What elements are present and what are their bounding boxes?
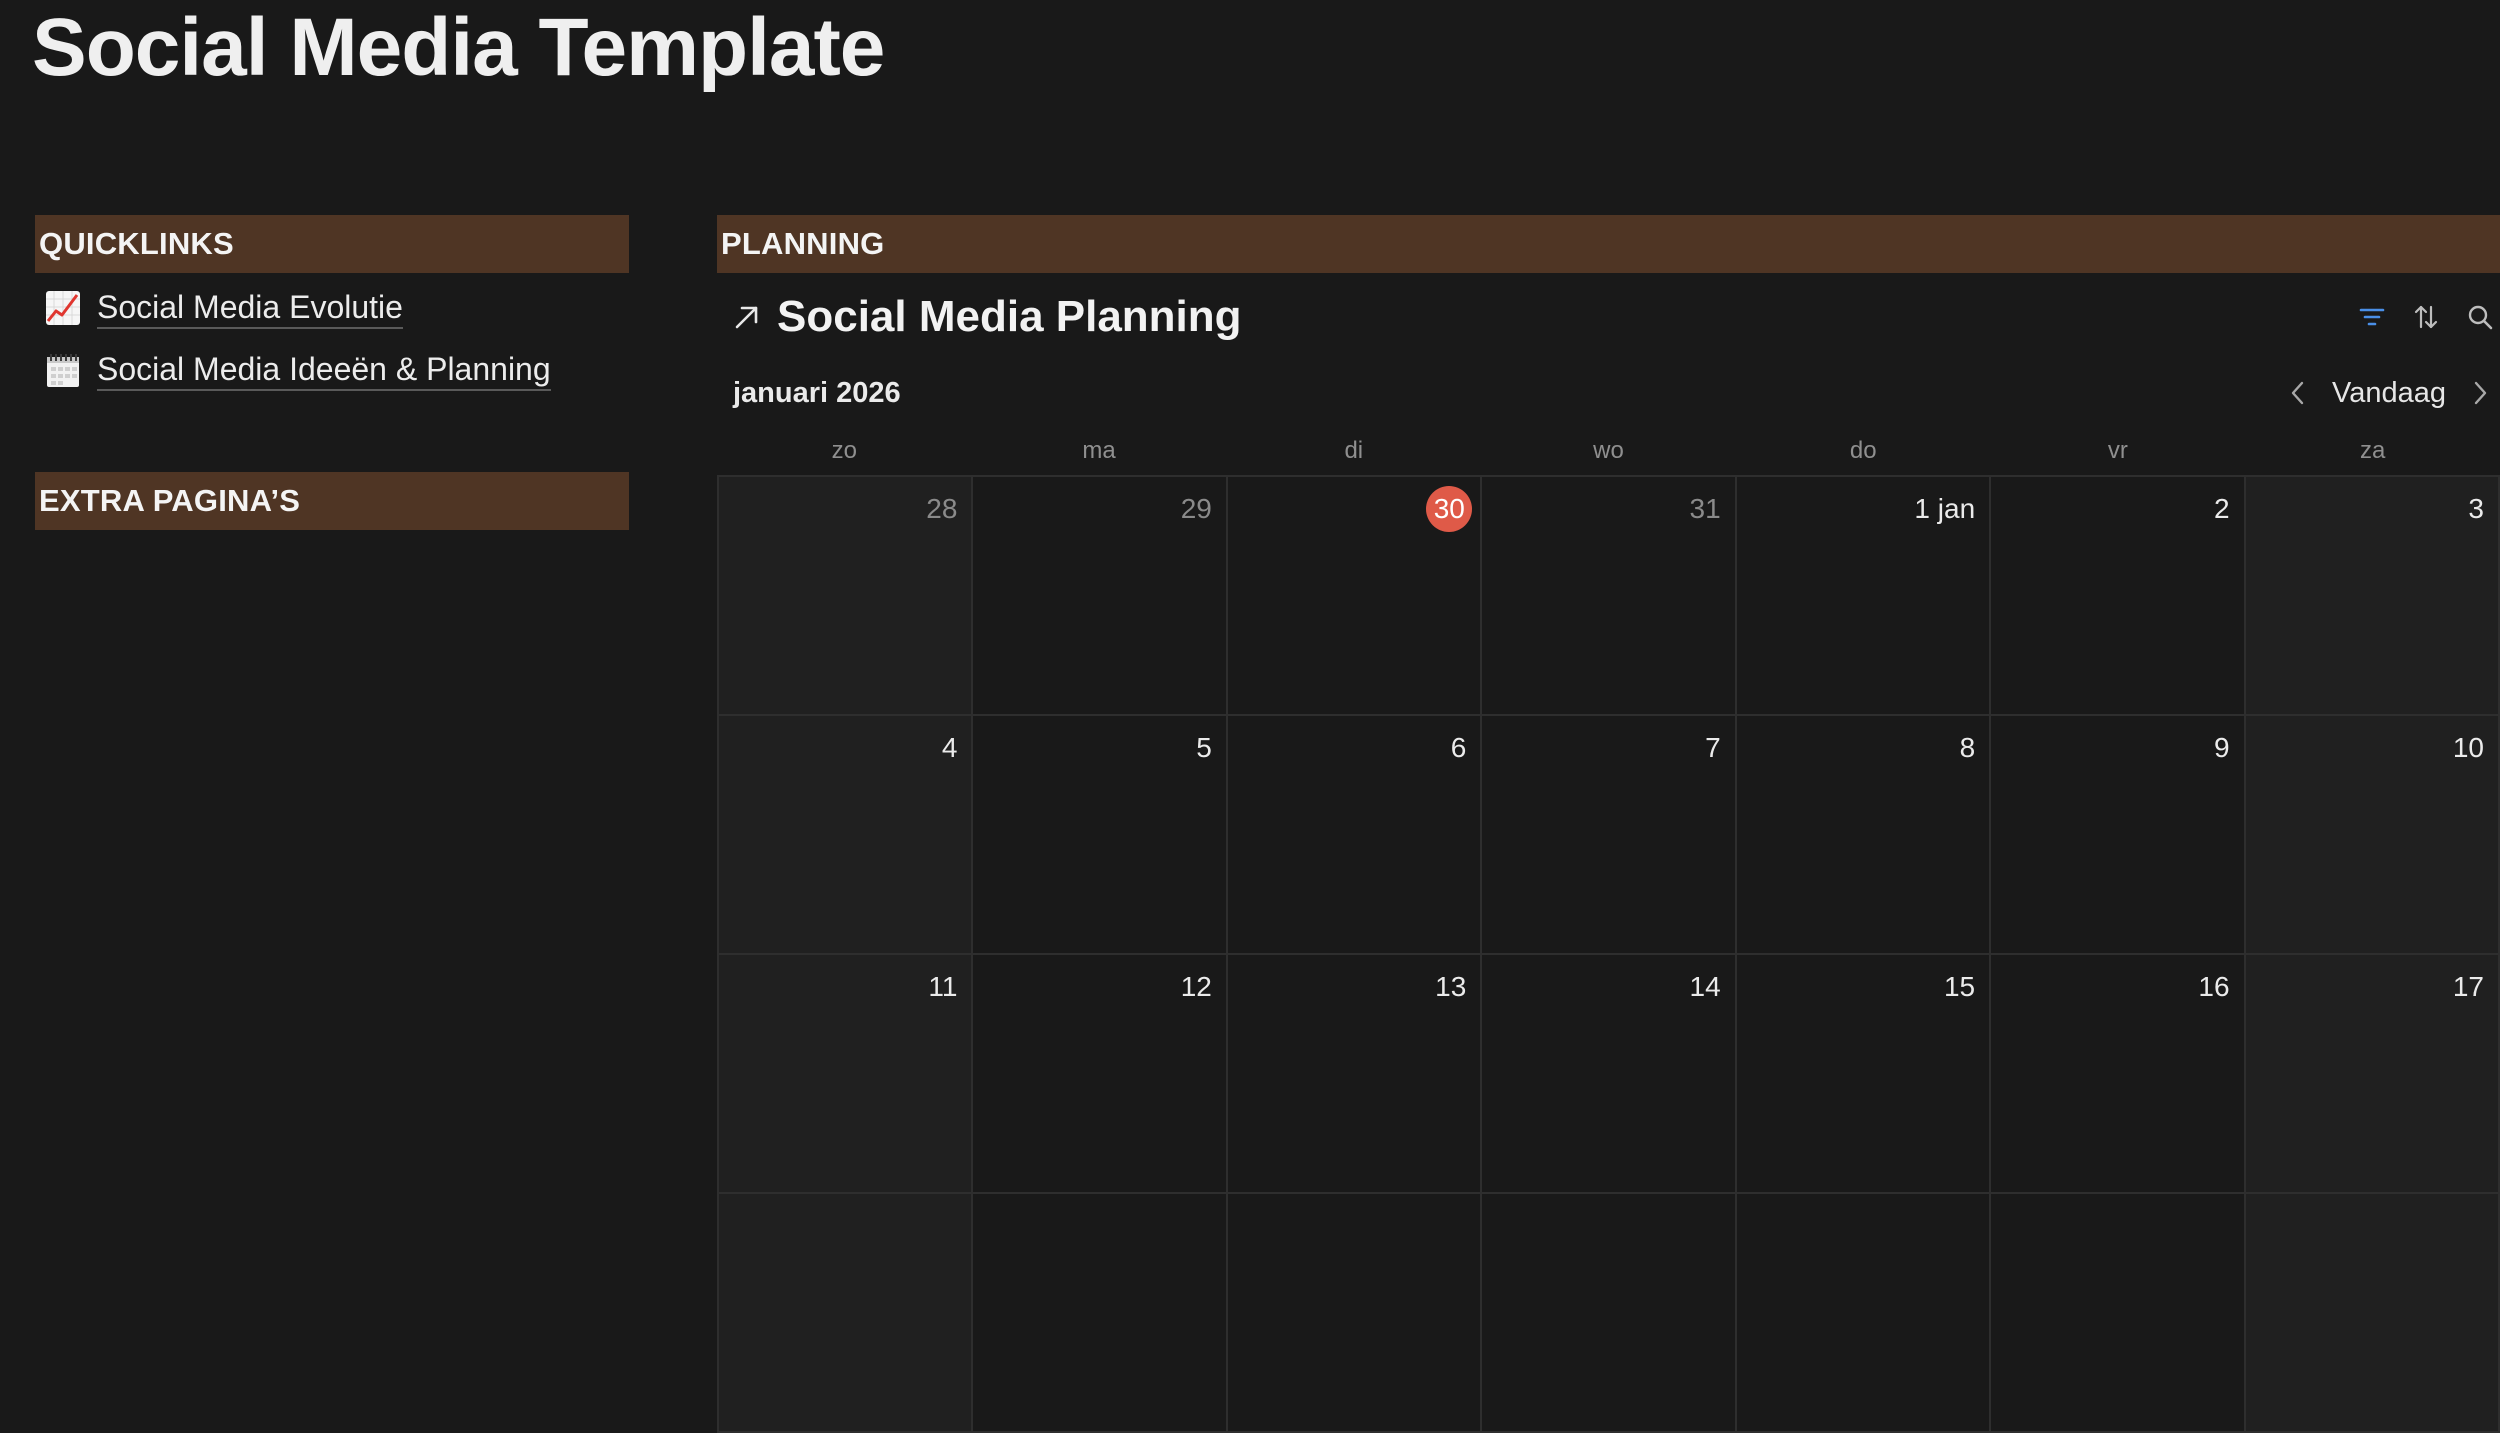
day-number: 3 [2468,493,2484,524]
chevron-left-icon[interactable] [2278,373,2318,413]
extra-pages-header: EXTRA PAGINA’S [35,472,629,530]
calendar-day-cell[interactable]: 12 [973,955,1228,1194]
today-day-number: 30 [1426,486,1473,532]
calendar-month-label: januari 2026 [733,376,901,409]
day-number: 5 [1196,732,1212,763]
calendar-day-cell[interactable]: 2 [1991,477,2246,716]
weekday-label: za [2359,437,2386,464]
calendar-day-cell[interactable]: 6 [1227,716,1483,955]
weekday-label: vr [2107,437,2128,464]
calendar-day-cell[interactable]: 29 [973,477,1228,716]
day-number: 12 [1180,971,1212,1002]
day-number: 17 [2452,971,2484,1002]
day-number: 8 [1959,732,1976,763]
day-number: 1 jan [1914,493,1976,524]
filter-icon[interactable] [2352,297,2392,337]
calendar-day-cell[interactable]: 10 [2245,716,2500,955]
quicklinks-header: QUICKLINKS [35,215,629,273]
calendar-navigation: Vandaag [2278,369,2500,417]
day-number: 16 [2198,971,2230,1002]
search-icon[interactable] [2460,297,2500,337]
calendar-day-cell[interactable]: 9 [1991,716,2246,955]
calendar-day-cell[interactable]: 17 [2245,955,2500,1194]
database-title[interactable]: Social Media Planning [777,292,1242,342]
day-number: 15 [1943,971,1976,1002]
day-number: 4 [941,732,958,763]
calendar-day-cell-today[interactable]: 30 [1227,477,1483,716]
database-title-row: Social Media Planning [717,273,2500,361]
sort-icon[interactable] [2406,297,2446,337]
calendar-day-cell[interactable] [2245,1194,2500,1433]
calendar-day-cell[interactable]: 15 [1736,955,1992,1194]
today-button[interactable]: Vandaag [2318,377,2460,410]
calendar-day-cell[interactable] [1736,1194,1992,1433]
day-number: 14 [1689,971,1721,1002]
calendar-day-cell[interactable]: 14 [1482,955,1737,1194]
day-number: 6 [1450,732,1467,763]
calendar-day-cell[interactable]: 16 [1991,955,2246,1194]
chevron-right-icon[interactable] [2460,373,2500,413]
calendar-day-cell[interactable]: 3 [2245,477,2500,716]
planning-column: PLANNING Social Media Planning januari 2… [717,215,2500,1433]
calendar-day-cell[interactable]: 8 [1736,716,1992,955]
calendar-day-cell[interactable]: 31 [1482,477,1737,716]
calendar-day-cell[interactable] [973,1194,1228,1433]
calendar-day-cell[interactable]: 11 [719,955,974,1194]
quicklink-label[interactable]: Social Media Evolutie [97,288,403,329]
weekday-label: wo [1593,437,1624,464]
calendar-weekday-header: zo ma di wo do vr za [717,425,2500,477]
calendar-day-cell[interactable]: 13 [1227,955,1483,1194]
quicklink-social-media-ideeen-planning[interactable]: Social Media Ideeën & Planning [35,339,629,401]
planning-header: PLANNING [717,215,2500,273]
calendar-day-cell[interactable]: 7 [1482,716,1737,955]
weekday-label: di [1344,437,1364,464]
weekday-label: zo [831,437,858,464]
calendar-day-cell[interactable]: 4 [719,716,974,955]
quicklink-social-media-evolutie[interactable]: Social Media Evolutie [35,277,629,339]
quicklink-label[interactable]: Social Media Ideeën & Planning [97,350,551,391]
day-number: 10 [2452,732,2484,763]
day-number: 13 [1435,971,1467,1002]
calendar-day-cell[interactable] [719,1194,974,1433]
day-number: 9 [2213,732,2230,763]
quicklinks-list: Social Media Evolutie Social Media Ideeë… [35,277,629,401]
day-number: 29 [1180,493,1212,524]
page-title: Social Media Template [32,2,885,93]
day-number: 7 [1705,732,1721,763]
calendar-day-cell[interactable]: 5 [973,716,1228,955]
weekday-label: ma [1082,437,1116,464]
day-number: 31 [1689,493,1721,524]
spiral-calendar-icon [43,350,83,390]
calendar-day-cell[interactable]: 1 jan [1736,477,1992,716]
calendar-day-cell[interactable] [1991,1194,2246,1433]
calendar-day-cell[interactable] [1227,1194,1483,1433]
day-number: 2 [2213,493,2230,524]
arrow-up-right-icon[interactable] [727,297,767,337]
calendar-month-row: januari 2026 Vandaag [717,361,2500,425]
weekday-label: do [1849,437,1877,464]
day-number: 11 [928,971,958,1002]
database-toolbar [2338,297,2500,337]
calendar-day-cell[interactable] [1482,1194,1737,1433]
chart-increasing-icon [43,288,83,328]
calendar-day-cell[interactable]: 28 [719,477,974,716]
calendar-grid: 28 29 30 31 1 jan 2 3 4 5 6 7 8 9 10 11 … [717,477,2500,1433]
left-column: QUICKLINKS Social Media Evolutie Social … [35,215,629,530]
day-number: 28 [926,493,958,524]
